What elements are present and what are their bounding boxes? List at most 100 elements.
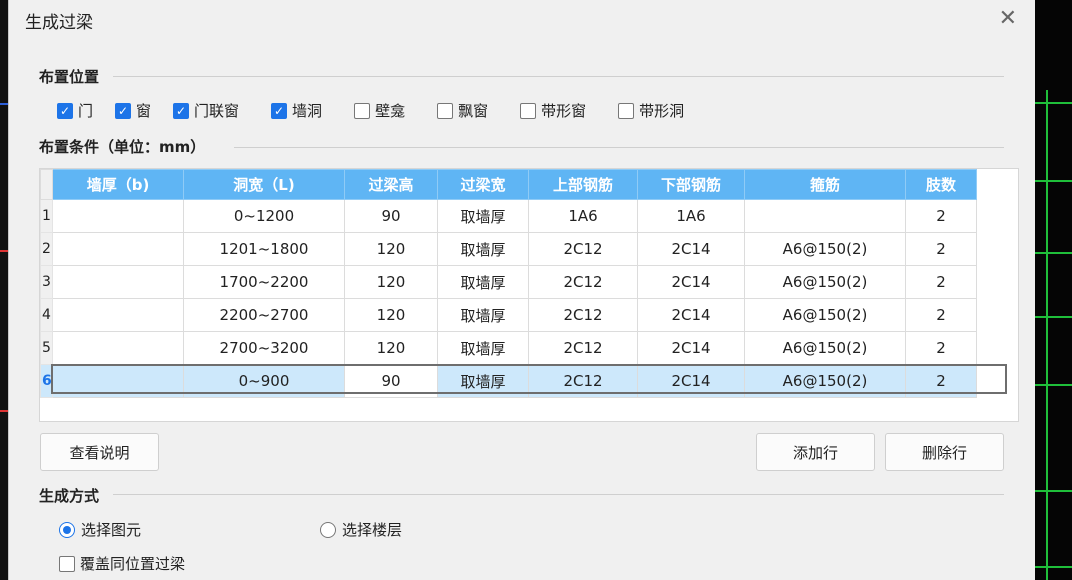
table-cell[interactable]: 2C14 bbox=[637, 364, 745, 398]
radio-select-element[interactable]: 选择图元 bbox=[59, 519, 141, 540]
column-header[interactable]: 下部钢筋 bbox=[637, 169, 745, 200]
table-cell[interactable]: 2700~3200 bbox=[183, 331, 345, 365]
table-cell[interactable]: 1700~2200 bbox=[183, 265, 345, 299]
checkbox-unchecked-icon bbox=[59, 555, 75, 572]
checkbox-3[interactable]: ✓ 门联窗 bbox=[173, 100, 239, 121]
delete-row-button[interactable]: 删除行 bbox=[885, 433, 1004, 471]
table-row[interactable]: 2 1201~1800 120 取墙厚 2C12 2C14 A6@150(2) 2 bbox=[40, 232, 977, 266]
table-cell[interactable]: 90 bbox=[344, 364, 438, 398]
canvas-grid-line bbox=[1034, 384, 1072, 386]
table-row[interactable]: 5 2700~3200 120 取墙厚 2C12 2C14 A6@150(2) 2 bbox=[40, 331, 977, 365]
table-cell[interactable]: 2C12 bbox=[528, 232, 638, 266]
table-row[interactable]: 1 0~1200 90 取墙厚 1A6 1A6 2 bbox=[40, 199, 977, 233]
close-icon[interactable]: ✕ bbox=[999, 6, 1017, 31]
table-cell[interactable]: A6@150(2) bbox=[744, 331, 906, 365]
checkbox-5[interactable]: 壁龛 bbox=[354, 100, 405, 121]
row-index: 1 bbox=[40, 199, 53, 233]
checkbox-8[interactable]: 带形洞 bbox=[618, 100, 684, 121]
row-index-header bbox=[40, 169, 53, 200]
checkmark-icon: ✓ bbox=[57, 102, 73, 119]
checkbox-label: 墙洞 bbox=[292, 102, 323, 120]
table-cell[interactable]: 2 bbox=[905, 298, 977, 332]
table-cell[interactable]: 取墙厚 bbox=[437, 364, 529, 398]
table-cell[interactable]: 120 bbox=[344, 265, 438, 299]
table-cell[interactable]: 0~1200 bbox=[183, 199, 345, 233]
checkbox-unchecked-icon bbox=[437, 102, 454, 119]
table-row[interactable]: 6 0~900 90 取墙厚 2C12 2C14 A6@150(2) 2 bbox=[40, 364, 977, 398]
checkbox-6[interactable]: 飘窗 bbox=[437, 100, 488, 121]
table-cell[interactable]: A6@150(2) bbox=[744, 265, 906, 299]
table-cell[interactable] bbox=[52, 265, 184, 299]
table-cell[interactable]: 1201~1800 bbox=[183, 232, 345, 266]
checkbox-1[interactable]: ✓ 门 bbox=[57, 100, 93, 121]
table-cell[interactable]: 2 bbox=[905, 232, 977, 266]
checkbox-unchecked-icon bbox=[618, 102, 635, 119]
table-cell[interactable]: 1A6 bbox=[637, 199, 745, 233]
radio-unselected-icon bbox=[320, 521, 336, 538]
table-cell[interactable]: 取墙厚 bbox=[437, 232, 529, 266]
table-cell[interactable]: 120 bbox=[344, 232, 438, 266]
table-header-row: 墙厚（b) 洞宽（L) 过梁高 过梁宽 上部钢筋 下部钢筋 箍筋 肢数 bbox=[40, 169, 977, 200]
table-row[interactable]: 4 2200~2700 120 取墙厚 2C12 2C14 A6@150(2) 2 bbox=[40, 298, 977, 332]
column-header[interactable]: 墙厚（b) bbox=[52, 169, 184, 200]
section-divider bbox=[234, 147, 1004, 148]
row-index: 5 bbox=[40, 331, 53, 365]
canvas-mark bbox=[0, 250, 8, 252]
checkbox-7[interactable]: 带形窗 bbox=[520, 100, 586, 121]
radio-select-floor[interactable]: 选择楼层 bbox=[320, 519, 402, 540]
table-cell[interactable] bbox=[52, 364, 184, 398]
table-cell[interactable]: 2C14 bbox=[637, 331, 745, 365]
dialog-title: 生成过梁 bbox=[25, 13, 93, 33]
table-cell[interactable]: 2C14 bbox=[637, 265, 745, 299]
table-cell[interactable]: 2C12 bbox=[528, 331, 638, 365]
view-help-button[interactable]: 查看说明 bbox=[40, 433, 159, 471]
checkbox-label: 壁龛 bbox=[375, 102, 406, 120]
column-header[interactable]: 箍筋 bbox=[744, 169, 906, 200]
table-cell[interactable]: 取墙厚 bbox=[437, 298, 529, 332]
column-header[interactable]: 过梁高 bbox=[344, 169, 438, 200]
table-cell[interactable] bbox=[744, 199, 906, 233]
column-header[interactable]: 上部钢筋 bbox=[528, 169, 638, 200]
background-canvas-left bbox=[0, 0, 8, 580]
table-cell[interactable]: 1A6 bbox=[528, 199, 638, 233]
row-index: 6 bbox=[40, 364, 53, 398]
section-divider bbox=[113, 76, 1004, 77]
table-row[interactable]: 3 1700~2200 120 取墙厚 2C12 2C14 A6@150(2) 2 bbox=[40, 265, 977, 299]
table-cell[interactable]: 2C12 bbox=[528, 265, 638, 299]
table-cell[interactable]: 120 bbox=[344, 298, 438, 332]
add-row-button[interactable]: 添加行 bbox=[756, 433, 875, 471]
column-header[interactable]: 洞宽（L) bbox=[183, 169, 345, 200]
checkbox-unchecked-icon bbox=[520, 102, 537, 119]
table-cell[interactable]: 0~900 bbox=[183, 364, 345, 398]
radio-select-floor-label: 选择楼层 bbox=[342, 521, 403, 539]
table-cell[interactable]: A6@150(2) bbox=[744, 232, 906, 266]
checkbox-4[interactable]: ✓ 墙洞 bbox=[271, 100, 322, 121]
table-cell[interactable]: 2C14 bbox=[637, 232, 745, 266]
overwrite-checkbox[interactable]: 覆盖同位置过梁 bbox=[59, 553, 185, 574]
column-header[interactable]: 过梁宽 bbox=[437, 169, 529, 200]
table-cell[interactable]: 2C14 bbox=[637, 298, 745, 332]
table-cell[interactable]: 2 bbox=[905, 331, 977, 365]
table-cell[interactable]: 取墙厚 bbox=[437, 265, 529, 299]
table-cell[interactable]: 取墙厚 bbox=[437, 199, 529, 233]
checkmark-icon: ✓ bbox=[115, 102, 132, 119]
table-cell[interactable]: 2 bbox=[905, 265, 977, 299]
table-cell[interactable] bbox=[52, 298, 184, 332]
table-cell[interactable]: 2200~2700 bbox=[183, 298, 345, 332]
table-cell[interactable]: 120 bbox=[344, 331, 438, 365]
table-cell[interactable] bbox=[52, 331, 184, 365]
table-cell[interactable] bbox=[52, 232, 184, 266]
canvas-mark bbox=[0, 410, 8, 412]
table-cell[interactable] bbox=[52, 199, 184, 233]
table-cell[interactable]: A6@150(2) bbox=[744, 364, 906, 398]
table-cell[interactable]: 2 bbox=[905, 364, 977, 398]
table-cell[interactable]: A6@150(2) bbox=[744, 298, 906, 332]
table-cell[interactable]: 取墙厚 bbox=[437, 331, 529, 365]
radio-selected-icon bbox=[59, 521, 75, 538]
table-cell[interactable]: 90 bbox=[344, 199, 438, 233]
table-cell[interactable]: 2 bbox=[905, 199, 977, 233]
checkbox-2[interactable]: ✓ 窗 bbox=[115, 100, 151, 121]
table-cell[interactable]: 2C12 bbox=[528, 298, 638, 332]
table-cell[interactable]: 2C12 bbox=[528, 364, 638, 398]
column-header[interactable]: 肢数 bbox=[905, 169, 977, 200]
